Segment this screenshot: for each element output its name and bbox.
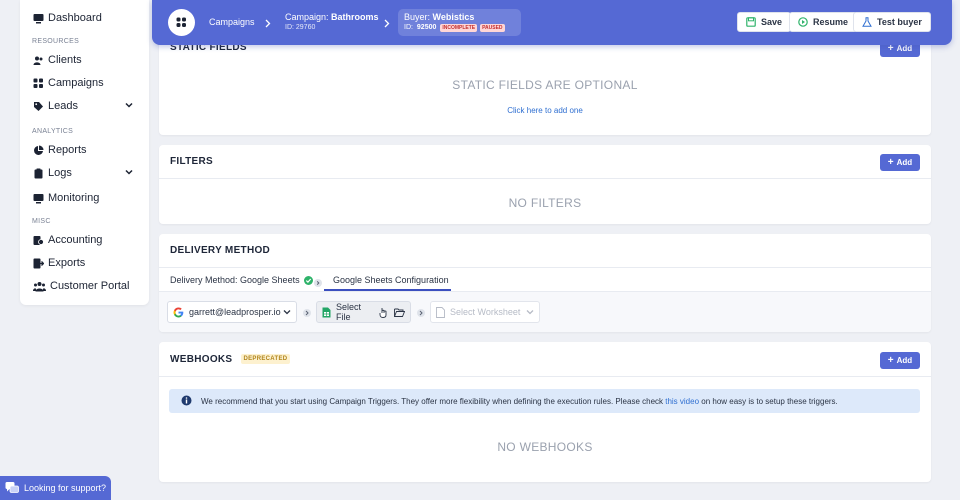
save-button[interactable]: Save [737,12,792,32]
chevron-right-icon [417,309,425,317]
breadcrumb-buyer[interactable]: Buyer: Webistics ID: 92500 INCOMPLETE PA… [398,9,521,36]
info-icon [181,395,192,408]
users-icon [33,55,44,66]
app-logo[interactable] [168,9,195,36]
sidebar-item-campaigns[interactable]: Campaigns [20,72,149,94]
empty-message: NO WEBHOOKS [497,440,593,454]
sidebar-item-label: Leads [48,100,78,112]
invoice-icon [33,235,44,246]
sidebar-item-customer-portal[interactable]: Customer Portal [20,275,149,297]
info-text: We recommend that you start using Campai… [201,396,666,406]
file-icon [436,306,445,318]
sidebar-item-label: Accounting [48,234,103,246]
plus-icon: + [887,355,894,366]
static-fields-card: STATIC FIELDS + Add STATIC FIELDS ARE OPT… [159,30,931,135]
dashboard-icon [33,13,44,24]
chevron-right-icon [314,276,322,290]
grid-icon [176,17,186,27]
google-icon [173,307,184,318]
sidebar-item-label: Clients [48,54,82,66]
sidebar-item-leads[interactable]: Leads [20,95,149,117]
sidebar-section-analytics: ANALYTICS [32,128,74,135]
google-account-select[interactable]: garrett@leadprosper.io [167,301,297,323]
chevron-right-icon [303,309,311,317]
add-filter-button[interactable]: + Add [880,154,920,171]
card-title: WEBHOOKS DEPRECATED [170,354,291,365]
grid-icon [33,78,44,89]
add-webhook-button[interactable]: + Add [880,352,920,369]
chevron-down-icon [283,308,291,316]
divider [159,178,931,179]
add-static-field-link[interactable]: Click here to add one [159,106,931,115]
select-worksheet-label: Select Worksheet [450,307,521,317]
chevron-down-icon[interactable] [125,100,133,112]
chevron-right-icon [383,17,390,31]
select-file-label: Select File [336,302,362,322]
webhooks-card: WEBHOOKS DEPRECATED + Add We recommend th… [159,342,931,482]
sidebar-item-label: Customer Portal [50,280,130,292]
monitor-icon [33,193,44,204]
tab-delivery-method[interactable]: Delivery Method: Google Sheets [170,275,313,285]
info-video-link[interactable]: this video [665,397,699,406]
check-circle-icon [303,275,313,285]
sidebar-section-misc: MISC [32,218,51,225]
card-title: DELIVERY METHOD [170,245,271,256]
sidebar-item-clients[interactable]: Clients [20,49,149,71]
info-alert: We recommend that you start using Campai… [169,389,920,413]
cursor-hand-icon [379,307,388,318]
breadcrumb-campaign[interactable]: Campaign: Bathrooms ID: 29760 [285,12,379,31]
clipboard-icon [33,168,44,179]
folder-open-icon [394,308,405,317]
card-title: FILTERS [170,156,214,167]
sidebar-item-label: Reports [48,144,87,156]
google-account-value: garrett@leadprosper.io [189,307,281,317]
empty-message: NO FILTERS [508,196,582,210]
sidebar-item-monitoring[interactable]: Monitoring [20,187,149,209]
filters-card: FILTERS + Add NO FILTERS [159,145,931,224]
flask-icon [862,17,872,27]
header-bar: Campaigns Campaign: Bathrooms ID: 29760 … [152,0,952,45]
sidebar: Dashboard RESOURCES Clients Campaigns Le… [20,0,149,305]
sidebar-item-exports[interactable]: Exports [20,252,149,274]
status-badge-incomplete: INCOMPLETE [440,24,478,32]
save-icon [746,17,756,27]
buyer-id: 92500 [416,24,437,31]
sidebar-item-label: Logs [48,167,72,179]
select-file-button[interactable]: Select File [316,301,411,323]
chevron-right-icon [264,17,271,31]
breadcrumb-campaigns[interactable]: Campaigns [209,17,255,27]
chevron-down-icon[interactable] [125,167,133,179]
support-label: Looking for support? [24,483,107,493]
sidebar-item-logs[interactable]: Logs [20,162,149,184]
info-text: on how easy is to setup these triggers. [699,396,838,406]
sidebar-section-resources: RESOURCES [32,38,80,45]
sidebar-item-label: Exports [48,257,86,269]
export-icon [33,258,44,269]
chat-bubbles-icon [5,481,19,497]
tab-google-sheets-config[interactable]: Google Sheets Configuration [333,275,449,285]
pie-chart-icon [33,145,44,156]
tag-icon [33,101,44,112]
support-widget-button[interactable]: Looking for support? [0,476,111,500]
google-sheets-icon [322,307,331,318]
empty-message: STATIC FIELDS ARE OPTIONAL [452,78,638,92]
sidebar-item-dashboard[interactable]: Dashboard [20,7,149,29]
deprecated-badge: DEPRECATED [240,354,291,365]
sidebar-item-label: Campaigns [48,77,104,89]
play-circle-icon [798,17,808,27]
resume-button[interactable]: Resume [789,12,858,32]
chevron-down-icon [526,308,534,316]
users-group-icon [33,281,46,292]
status-badge-paused: PAUSED [480,24,505,32]
select-worksheet-dropdown[interactable]: Select Worksheet [430,301,540,323]
sidebar-item-reports[interactable]: Reports [20,139,149,161]
plus-icon: + [887,157,894,168]
divider [159,376,931,377]
sidebar-item-label: Dashboard [48,12,102,24]
divider [159,267,931,268]
sidebar-item-accounting[interactable]: Accounting [20,229,149,251]
sidebar-item-label: Monitoring [48,192,100,204]
campaign-id: ID: 29760 [285,24,316,31]
test-buyer-button[interactable]: Test buyer [853,12,931,32]
